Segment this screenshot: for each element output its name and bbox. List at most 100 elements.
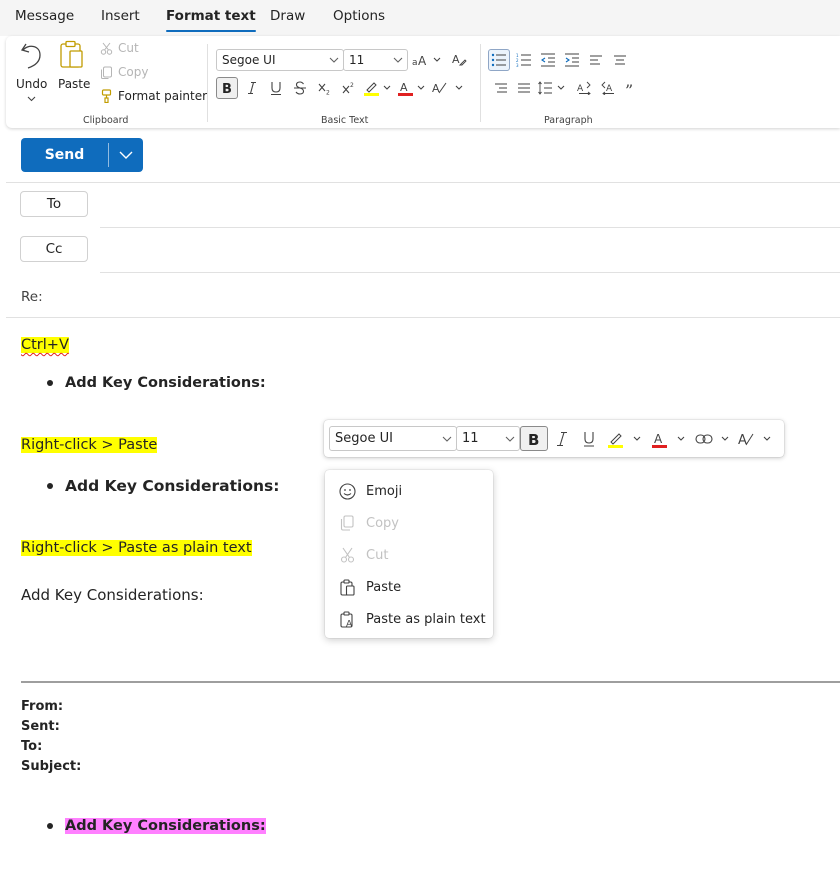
bullets-button[interactable] (488, 49, 510, 71)
text-effects-icon: A (737, 430, 773, 448)
quote-button[interactable]: ” (621, 77, 643, 99)
italic-icon (245, 81, 259, 95)
bullet-dot (47, 823, 53, 829)
text-styles-button[interactable]: A (736, 426, 774, 451)
to-field[interactable] (100, 189, 840, 219)
send-button[interactable]: Send (21, 138, 108, 172)
subject-label: Re: (21, 289, 43, 305)
subscript-button[interactable]: 2 (314, 77, 336, 99)
clear-formatting-button[interactable]: A (448, 49, 470, 71)
increase-indent-button[interactable] (561, 49, 583, 71)
cut-icon (100, 42, 113, 55)
tab-options[interactable]: Options (333, 8, 385, 24)
svg-text:A: A (418, 54, 427, 67)
line-spacing-button[interactable] (537, 77, 569, 99)
quoted-from: From: (21, 699, 64, 714)
paragraph-group-label: Paragraph (544, 115, 593, 126)
subscript-icon: 2 (318, 81, 332, 95)
align-right-button[interactable] (490, 77, 512, 99)
undo-button[interactable]: Undo (14, 40, 48, 108)
send-options-button[interactable] (109, 138, 143, 172)
svg-text:A: A (452, 53, 460, 66)
font-color-icon: A (651, 430, 687, 448)
italic-button[interactable] (241, 77, 263, 99)
cut-button[interactable]: Cut (100, 41, 139, 55)
numbering-button[interactable]: 123 (513, 49, 535, 71)
tab-format-text-label: Format text (166, 8, 256, 24)
highlighter-icon (363, 80, 393, 96)
menu-item-cut[interactable]: Cut (325, 539, 493, 571)
format-painter-button[interactable]: Format painter (100, 89, 207, 103)
underline-button[interactable] (265, 77, 287, 99)
bullet-dot (47, 483, 53, 489)
paste-icon (59, 40, 85, 70)
svg-text:A: A (346, 619, 353, 628)
floating-format-toolbar: Segoe UI 11 B A A (324, 420, 784, 457)
tab-format-text[interactable]: Format text (166, 8, 256, 32)
increase-indent-icon (564, 53, 580, 67)
font-name-select[interactable]: Segoe UI (329, 426, 457, 451)
bold-button[interactable]: B (216, 77, 238, 99)
align-right-icon (494, 82, 508, 94)
italic-button[interactable] (552, 426, 572, 451)
svg-text:A: A (738, 433, 747, 448)
numbered-list-icon: 123 (516, 53, 532, 67)
body-line-paste-plain-text: Right-click > Paste as plain text (21, 540, 252, 556)
ribbon-separator (480, 44, 481, 122)
align-left-button[interactable] (585, 49, 607, 71)
font-size-select[interactable]: 11 (456, 426, 520, 451)
cc-field[interactable] (100, 234, 840, 264)
justify-button[interactable] (513, 77, 535, 99)
underline-button[interactable] (579, 426, 599, 451)
tab-insert[interactable]: Insert (101, 8, 140, 24)
active-tab-indicator (166, 30, 256, 32)
undo-label: Undo (16, 77, 48, 91)
list-item-text: Add Key Considerations: (65, 477, 280, 495)
tab-message[interactable]: Message (15, 8, 74, 24)
highlighted-text: Right-click > Paste as plain text (21, 540, 252, 556)
line-spacing-icon (538, 81, 568, 95)
insert-link-button[interactable] (694, 426, 732, 451)
decrease-indent-icon (540, 53, 556, 67)
svg-text:A: A (654, 432, 663, 446)
highlight-color-button[interactable] (606, 426, 644, 451)
ribbon-tab-bar: Message Insert Format text Draw Options (0, 0, 840, 36)
link-icon (695, 431, 731, 447)
highlight-color-button[interactable] (362, 77, 394, 99)
text-styles-button[interactable]: A (430, 77, 466, 99)
highlighted-text: Right-click > Paste (21, 437, 158, 453)
chevron-down-icon (505, 433, 515, 445)
tab-draw[interactable]: Draw (270, 8, 305, 24)
superscript-button[interactable]: 2 (338, 77, 360, 99)
highlighter-icon (607, 430, 643, 448)
align-center-button[interactable] (609, 49, 631, 71)
paste-label: Paste (58, 77, 91, 91)
menu-item-label: Paste as plain text (366, 611, 486, 627)
format-painter-icon (100, 89, 113, 103)
font-color-button[interactable]: A (650, 426, 688, 451)
to-button[interactable]: To (20, 191, 88, 217)
menu-item-label: Copy (366, 515, 399, 531)
font-color-button[interactable]: A (396, 77, 428, 99)
quoted-sent: Sent: (21, 719, 60, 734)
copy-button[interactable]: Copy (100, 65, 148, 79)
list-item-text: Add Key Considerations: (65, 375, 266, 391)
decrease-indent-button[interactable] (537, 49, 559, 71)
menu-item-copy[interactable]: Copy (325, 507, 493, 539)
font-size-select[interactable]: 11 (343, 49, 408, 71)
menu-item-emoji[interactable]: Emoji (325, 475, 493, 507)
menu-item-paste-plain-text[interactable]: A Paste as plain text (325, 603, 493, 635)
menu-item-paste[interactable]: Paste (325, 571, 493, 603)
strikethrough-button[interactable] (289, 77, 311, 99)
change-case-button[interactable]: aA (411, 49, 445, 71)
rtl-direction-button[interactable]: A (597, 77, 619, 99)
bullet-dot (47, 380, 53, 386)
cc-button[interactable]: Cc (20, 236, 88, 262)
ltr-direction-button[interactable]: A (574, 77, 596, 99)
font-name-select[interactable]: Segoe UI (216, 49, 344, 71)
bold-button[interactable]: B (520, 426, 548, 451)
subject-field[interactable] (46, 282, 840, 312)
body-line-ctrl-v: Ctrl+V (21, 337, 69, 353)
paste-button[interactable]: Paste (54, 40, 90, 92)
quoted-message-divider (21, 681, 840, 683)
